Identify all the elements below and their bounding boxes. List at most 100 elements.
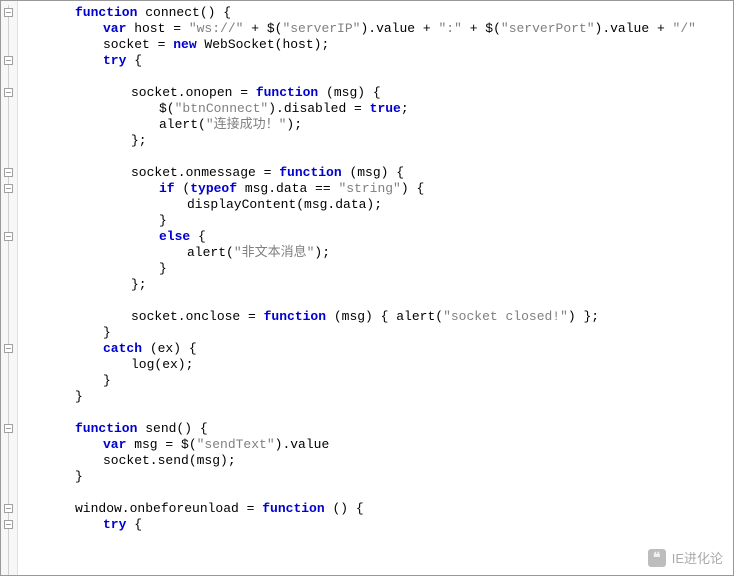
code-token: } xyxy=(159,213,167,228)
code-token: connect() { xyxy=(137,5,231,20)
code-line[interactable]: if (typeof msg.data == "string") { xyxy=(19,181,731,197)
code-line[interactable]: } xyxy=(19,389,731,405)
code-line[interactable]: }; xyxy=(19,133,731,149)
code-token: WebSocket(host); xyxy=(197,37,330,52)
code-token: window.onbeforeunload = xyxy=(75,501,262,516)
code-line[interactable]: socket.onopen = function (msg) { xyxy=(19,85,731,101)
code-line[interactable]: } xyxy=(19,373,731,389)
keyword-token: function xyxy=(264,309,326,324)
string-token: ":" xyxy=(438,21,461,36)
code-line[interactable]: } xyxy=(19,469,731,485)
keyword-token: else xyxy=(159,229,190,244)
code-line[interactable] xyxy=(19,485,731,501)
code-editor: function connect() {var host = "ws://" +… xyxy=(0,0,734,576)
keyword-token: function xyxy=(75,5,137,20)
code-line[interactable]: var msg = $("sendText").value xyxy=(19,437,731,453)
code-token: () { xyxy=(325,501,364,516)
code-line[interactable]: displayContent(msg.data); xyxy=(19,197,731,213)
code-token: (msg) { xyxy=(318,85,380,100)
code-token: host = xyxy=(126,21,188,36)
fold-collapse-icon[interactable] xyxy=(4,88,13,97)
code-token: } xyxy=(75,389,83,404)
code-line[interactable]: window.onbeforeunload = function () { xyxy=(19,501,731,517)
code-line[interactable]: var host = "ws://" + $("serverIP").value… xyxy=(19,21,731,37)
code-token: log(ex); xyxy=(131,357,193,372)
code-line[interactable]: socket.onclose = function (msg) { alert(… xyxy=(19,309,731,325)
code-line[interactable]: } xyxy=(19,213,731,229)
code-token: ).value xyxy=(275,437,330,452)
fold-gutter xyxy=(1,1,18,575)
code-line[interactable]: alert("非文本消息"); xyxy=(19,245,731,261)
code-token: (msg) { xyxy=(342,165,404,180)
fold-collapse-icon[interactable] xyxy=(4,8,13,17)
code-token: displayContent(msg.data); xyxy=(187,197,382,212)
code-token: ( xyxy=(175,181,191,196)
code-line[interactable]: try { xyxy=(19,53,731,69)
code-token: } xyxy=(103,373,111,388)
code-token: ) }; xyxy=(568,309,599,324)
wechat-icon: ❝ xyxy=(648,549,666,567)
code-token: ); xyxy=(314,245,330,260)
keyword-token: var xyxy=(103,21,126,36)
code-line[interactable] xyxy=(19,149,731,165)
code-line[interactable]: catch (ex) { xyxy=(19,341,731,357)
code-token: ).value + xyxy=(360,21,438,36)
keyword-token: function xyxy=(75,421,137,436)
code-line[interactable]: function send() { xyxy=(19,421,731,437)
keyword-token: new xyxy=(173,37,196,52)
keyword-token: try xyxy=(103,517,126,532)
string-token: "sendText" xyxy=(197,437,275,452)
code-token: + $( xyxy=(462,21,501,36)
string-token: "serverIP" xyxy=(282,21,360,36)
code-line[interactable]: else { xyxy=(19,229,731,245)
code-line[interactable] xyxy=(19,293,731,309)
code-line[interactable]: log(ex); xyxy=(19,357,731,373)
code-token: socket.onmessage = xyxy=(131,165,279,180)
fold-collapse-icon[interactable] xyxy=(4,232,13,241)
code-line[interactable]: alert("连接成功！"); xyxy=(19,117,731,133)
code-token: (msg) { alert( xyxy=(326,309,443,324)
code-line[interactable]: } xyxy=(19,325,731,341)
string-token: "非文本消息" xyxy=(234,245,315,260)
code-line[interactable]: function connect() { xyxy=(19,5,731,21)
code-area[interactable]: function connect() {var host = "ws://" +… xyxy=(19,5,731,573)
code-token: ); xyxy=(286,117,302,132)
string-token: "string" xyxy=(338,181,400,196)
code-token: ; xyxy=(401,101,409,116)
code-line[interactable] xyxy=(19,405,731,421)
code-token: }; xyxy=(131,277,147,292)
code-token: ) { xyxy=(401,181,424,196)
code-token: { xyxy=(126,53,142,68)
string-token: "serverPort" xyxy=(501,21,595,36)
code-token: $( xyxy=(159,101,175,116)
keyword-token: typeof xyxy=(190,181,237,196)
code-token: socket.onopen = xyxy=(131,85,256,100)
fold-collapse-icon[interactable] xyxy=(4,168,13,177)
string-token: "btnConnect" xyxy=(175,101,269,116)
code-line[interactable]: socket.onmessage = function (msg) { xyxy=(19,165,731,181)
code-line[interactable]: try { xyxy=(19,517,731,533)
code-token: { xyxy=(126,517,142,532)
code-token: (ex) { xyxy=(142,341,197,356)
keyword-token: catch xyxy=(103,341,142,356)
code-line[interactable]: }; xyxy=(19,277,731,293)
code-line[interactable]: socket = new WebSocket(host); xyxy=(19,37,731,53)
code-token: ).value + xyxy=(595,21,673,36)
fold-collapse-icon[interactable] xyxy=(4,520,13,529)
keyword-token: var xyxy=(103,437,126,452)
fold-collapse-icon[interactable] xyxy=(4,56,13,65)
string-token: "socket closed!" xyxy=(443,309,568,324)
code-line[interactable] xyxy=(19,69,731,85)
fold-collapse-icon[interactable] xyxy=(4,424,13,433)
fold-collapse-icon[interactable] xyxy=(4,184,13,193)
fold-collapse-icon[interactable] xyxy=(4,344,13,353)
code-line[interactable]: } xyxy=(19,261,731,277)
keyword-token: true xyxy=(370,101,401,116)
fold-collapse-icon[interactable] xyxy=(4,504,13,513)
code-token: msg = $( xyxy=(126,437,196,452)
keyword-token: try xyxy=(103,53,126,68)
string-token: "ws://" xyxy=(189,21,244,36)
code-token: msg.data == xyxy=(237,181,338,196)
code-line[interactable]: $("btnConnect").disabled = true; xyxy=(19,101,731,117)
code-line[interactable]: socket.send(msg); xyxy=(19,453,731,469)
